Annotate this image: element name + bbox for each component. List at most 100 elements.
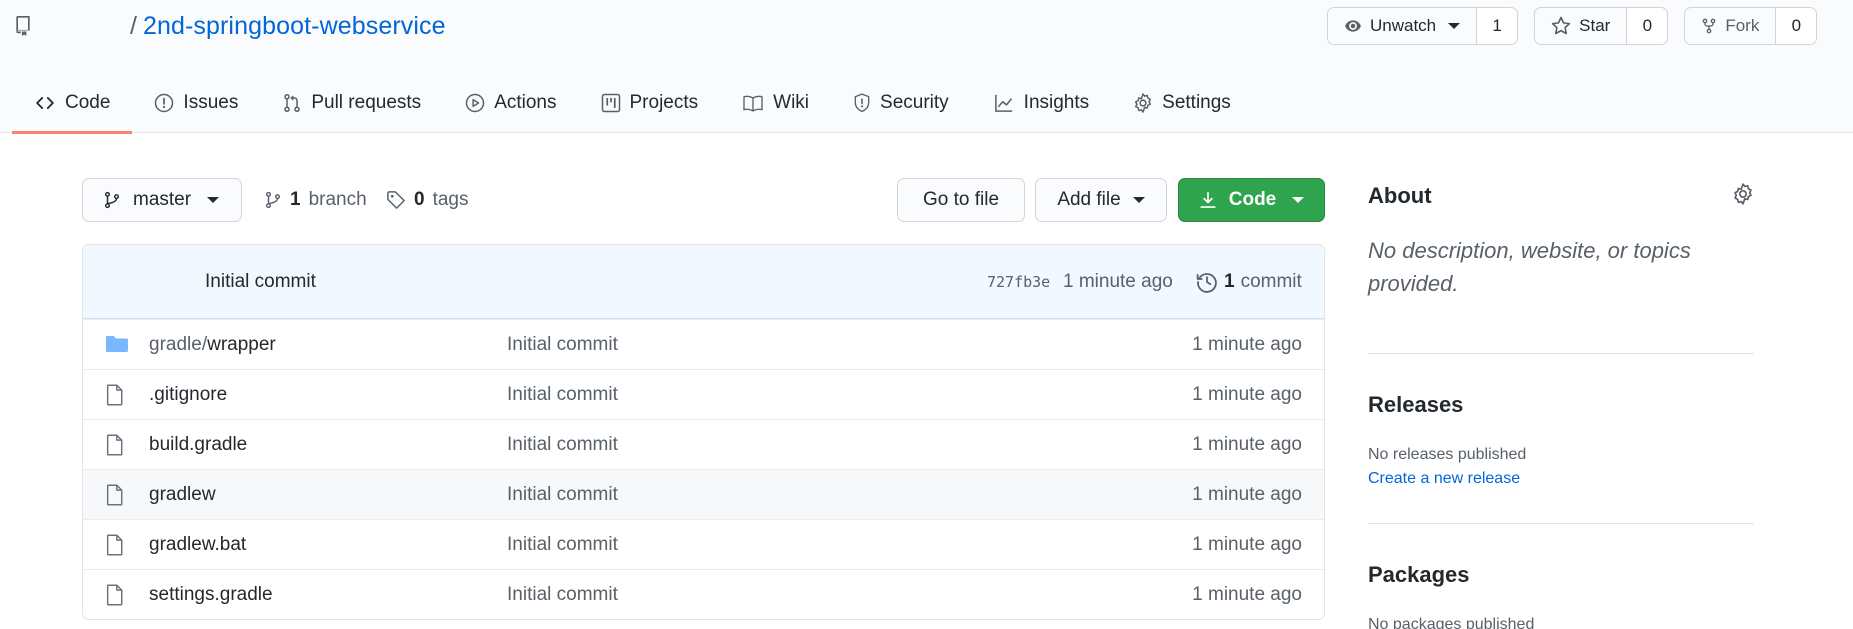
file-row[interactable]: build.gradle Initial commit 1 minute ago	[83, 419, 1324, 469]
file-row-dir[interactable]: gradle/wrapper Initial commit 1 minute a…	[83, 319, 1324, 369]
fork-count[interactable]: 0	[1776, 8, 1817, 44]
issue-icon	[154, 93, 174, 113]
tag-count-label: tags	[432, 189, 469, 210]
releases-heading[interactable]: Releases	[1368, 392, 1463, 418]
commit-time: 1 minute ago	[1063, 271, 1173, 292]
file-commit-age: 1 minute ago	[1192, 334, 1302, 355]
code-download-button[interactable]: Code	[1178, 178, 1325, 222]
repo-header: / 2nd-springboot-webservice Unwatch 1 St…	[0, 0, 1853, 134]
tab-pull-requests[interactable]: Pull requests	[260, 72, 443, 133]
branch-count: 1	[290, 189, 301, 210]
add-file-button[interactable]: Add file	[1035, 178, 1167, 222]
directory-name: wrapper	[207, 334, 276, 355]
repo-separator: /	[130, 11, 137, 40]
file-icon	[105, 534, 125, 556]
tab-label: Settings	[1162, 91, 1231, 113]
create-release-link[interactable]: Create a new release	[1368, 470, 1520, 488]
code-button-label: Code	[1228, 189, 1277, 210]
star-count[interactable]: 0	[1627, 8, 1668, 44]
commit-history-link[interactable]: 1 commit	[1196, 245, 1302, 319]
branch-icon	[264, 190, 282, 210]
file-row[interactable]: gradlew.bat Initial commit 1 minute ago	[83, 519, 1324, 569]
file-name-link[interactable]: gradle/wrapper	[149, 320, 276, 370]
play-icon	[465, 93, 485, 113]
commit-count-label: commit	[1240, 271, 1302, 292]
book-icon	[742, 94, 764, 112]
file-toolbar: master 1 branch 0 tags Go to file Add fi…	[82, 178, 1325, 222]
chevron-down-icon	[1132, 197, 1145, 203]
tab-label: Code	[65, 91, 111, 113]
gear-icon	[1133, 92, 1153, 113]
watch-button-group: Unwatch 1	[1327, 7, 1519, 45]
tags-link[interactable]: 0 tags	[386, 178, 469, 222]
divider	[1368, 353, 1754, 354]
file-row[interactable]: settings.gradle Initial commit 1 minute …	[83, 569, 1324, 619]
file-commit-message[interactable]: Initial commit	[507, 370, 618, 420]
add-file-label: Add file	[1057, 189, 1121, 210]
file-commit-age: 1 minute ago	[1192, 434, 1302, 455]
branch-select-button[interactable]: master	[82, 178, 242, 222]
tab-insights[interactable]: Insights	[971, 72, 1111, 133]
avatar[interactable]	[95, 267, 205, 297]
tab-wiki[interactable]: Wiki	[720, 72, 831, 133]
history-icon	[1196, 271, 1218, 293]
tab-label: Issues	[183, 91, 239, 113]
watch-button[interactable]: Unwatch	[1328, 8, 1478, 44]
go-to-file-button[interactable]: Go to file	[897, 178, 1025, 222]
file-row[interactable]: .gitignore Initial commit 1 minute ago	[83, 369, 1324, 419]
tab-actions[interactable]: Actions	[443, 72, 578, 133]
file-commit-message[interactable]: Initial commit	[507, 420, 618, 470]
about-description: No description, website, or topics provi…	[1368, 238, 1691, 296]
branch-icon	[103, 190, 121, 210]
star-button[interactable]: Star	[1535, 8, 1628, 44]
gear-icon[interactable]	[1732, 183, 1754, 205]
file-commit-age: 1 minute ago	[1192, 484, 1302, 505]
latest-commit-bar: Initial commit 727fb3e 1 minute ago 1 co…	[83, 245, 1324, 319]
file-commit-message[interactable]: Initial commit	[507, 570, 618, 619]
packages-heading[interactable]: Packages	[1368, 562, 1470, 588]
file-commit-message[interactable]: Initial commit	[507, 320, 618, 370]
commit-message-link[interactable]: Initial commit	[205, 245, 316, 319]
chevron-down-icon	[207, 197, 220, 203]
file-commit-message[interactable]: Initial commit	[507, 470, 618, 520]
file-name-link[interactable]: settings.gradle	[149, 570, 273, 619]
star-button-group: Star 0	[1534, 7, 1669, 45]
tab-projects[interactable]: Projects	[579, 72, 721, 133]
file-name-link[interactable]: gradlew	[149, 470, 216, 520]
project-icon	[601, 93, 621, 113]
pull-request-icon	[282, 93, 302, 113]
fork-button[interactable]: Fork	[1685, 8, 1777, 44]
repo-tabs: Code Issues Pull requests Actions Projec…	[12, 72, 1253, 134]
tab-security[interactable]: Security	[831, 72, 971, 133]
branches-link[interactable]: 1 branch	[264, 178, 367, 222]
repo-owner-redacted[interactable]	[56, 16, 126, 36]
commit-sha-link[interactable]: 727fb3e	[987, 245, 1050, 319]
tab-issues[interactable]: Issues	[132, 72, 260, 133]
tab-label: Security	[880, 91, 949, 113]
chevron-down-icon	[1448, 23, 1461, 29]
file-name-link[interactable]: build.gradle	[149, 420, 247, 470]
file-icon	[105, 434, 125, 456]
shield-icon	[853, 92, 871, 113]
star-label: Star	[1579, 16, 1611, 35]
watch-count[interactable]: 1	[1477, 8, 1518, 44]
fork-label: Fork	[1725, 16, 1760, 35]
commit-count: 1	[1224, 271, 1235, 292]
directory-prefix: gradle/	[149, 334, 208, 355]
tab-label: Actions	[494, 91, 557, 113]
tab-settings[interactable]: Settings	[1111, 72, 1253, 133]
file-name-link[interactable]: .gitignore	[149, 370, 227, 420]
file-row[interactable]: gradlew Initial commit 1 minute ago	[83, 469, 1324, 519]
tab-code[interactable]: Code	[12, 72, 133, 134]
file-commit-age: 1 minute ago	[1192, 584, 1302, 605]
branch-count-label: branch	[308, 189, 367, 210]
file-icon	[105, 484, 125, 506]
file-commit-age: 1 minute ago	[1192, 534, 1302, 555]
file-name-link[interactable]: gradlew.bat	[149, 520, 246, 570]
tab-label: Pull requests	[311, 91, 422, 113]
tab-label: Wiki	[773, 91, 810, 113]
file-commit-message[interactable]: Initial commit	[507, 520, 618, 570]
about-heading: About	[1368, 183, 1432, 208]
code-icon	[34, 94, 56, 112]
repo-name-link[interactable]: 2nd-springboot-webservice	[143, 12, 446, 41]
